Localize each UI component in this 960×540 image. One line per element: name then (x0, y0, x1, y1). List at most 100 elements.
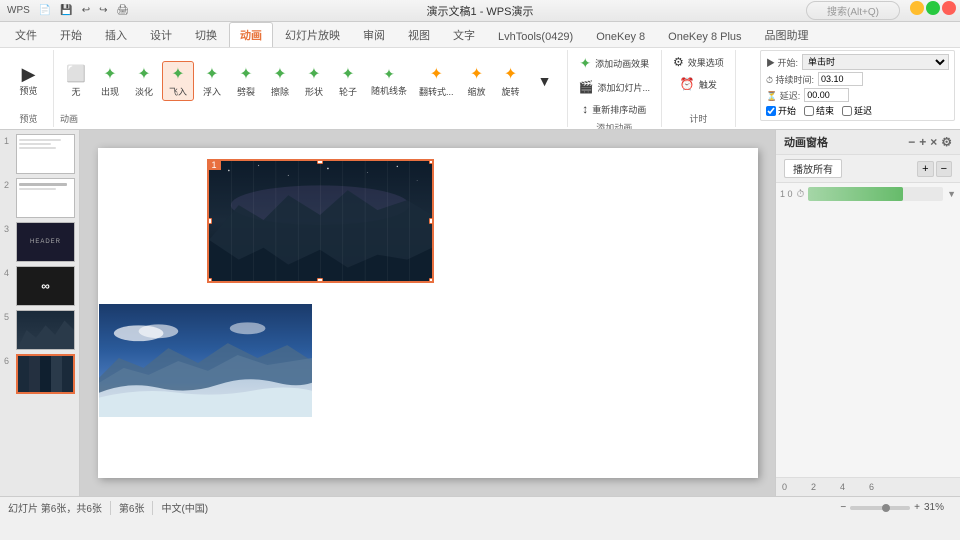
tab-file[interactable]: 文件 (4, 22, 48, 47)
anim-row-num: 1 0 (780, 189, 793, 199)
reorder-anim-button[interactable]: ↕ 重新排序动画 (574, 99, 655, 119)
mountain-image[interactable]: 1 (208, 160, 433, 282)
anim-add-btn-minus[interactable]: − (936, 161, 952, 177)
main-area: 1 2 3 HEADER (0, 130, 960, 496)
anim-dropdown[interactable]: ▼ (947, 189, 956, 199)
slide-thumb-5[interactable]: 5 (4, 310, 75, 350)
anim-panel-close[interactable]: × (930, 135, 937, 149)
slide-preview-3[interactable]: HEADER (16, 222, 75, 262)
search-box[interactable]: 搜索(Alt+Q) (806, 1, 900, 20)
slide-info: 幻灯片 第6张，共6张 (8, 500, 102, 515)
trigger-button[interactable]: ⏰ 触发 (668, 74, 729, 94)
title-icon-1[interactable]: WPS (4, 4, 33, 17)
anim-timeline[interactable]: 1 0 ⏱ ▼ (776, 183, 960, 477)
image-badge: 1 (208, 160, 221, 170)
tab-view[interactable]: 视图 (397, 22, 441, 47)
slide-preview-4[interactable]: ∞ (16, 266, 75, 306)
anim-shape[interactable]: ✦ 形状 (298, 61, 330, 101)
tab-onekey8[interactable]: OneKey 8 (585, 26, 656, 47)
tab-review[interactable]: 审阅 (352, 22, 396, 47)
tab-design[interactable]: 设计 (139, 22, 183, 47)
anim-panel-settings[interactable]: ⚙ (941, 135, 952, 149)
preview-button[interactable]: ▶ 预览 (13, 53, 45, 109)
maximize-button[interactable] (926, 1, 940, 15)
slide-num-5: 5 (4, 312, 14, 322)
tab-pintuzuli[interactable]: 品图助理 (754, 22, 820, 47)
canvas-area[interactable]: 1 (80, 130, 775, 496)
anim-row-icon: ⏱ (797, 189, 805, 200)
tab-animation[interactable]: 动画 (229, 22, 273, 47)
anim-panel-minus[interactable]: − (908, 135, 915, 149)
anim-wipe[interactable]: ✦ 擦除 (264, 61, 296, 101)
anim-bar-container[interactable] (808, 187, 943, 201)
duration-input[interactable] (818, 72, 863, 86)
start-select[interactable]: 单击时 与上一动画同时 上一动画之后 (802, 54, 949, 70)
checkbox-start[interactable]: 开始 (766, 104, 796, 117)
slide-panel[interactable]: 1 2 3 HEADER (0, 130, 80, 496)
anim-panel-plus[interactable]: + (919, 135, 926, 149)
title-icon-2[interactable]: 📄 (36, 4, 54, 17)
ribbon-group-animation: ⬜ 无 ✦ 出现 ✦ 淡化 ✦ 飞入 ✦ 浮入 ✦ 劈裂 (54, 50, 568, 127)
slide-preview-1[interactable] (16, 134, 75, 174)
slide-canvas: 1 (98, 148, 758, 478)
checkbox-delay[interactable]: 延迟 (842, 104, 872, 117)
anim-float[interactable]: ✦ 浮入 (196, 61, 228, 101)
anim-add-btn-plus[interactable]: + (917, 161, 933, 177)
zoom-in-btn[interactable]: + (914, 502, 920, 513)
zoom-slider[interactable] (850, 506, 910, 510)
play-all-button[interactable]: 播放所有 (784, 159, 842, 178)
group-label-animation: 动画 (60, 110, 78, 125)
tab-bar: 文件 开始 插入 设计 切换 动画 幻灯片放映 审阅 视图 文字 LvhTool… (0, 22, 960, 48)
slide-preview-5[interactable] (16, 310, 75, 350)
title-icon-3[interactable]: 💾 (57, 4, 75, 17)
anim-split[interactable]: ✦ 劈裂 (230, 61, 262, 101)
minimize-button[interactable] (910, 1, 924, 15)
title-icon-4[interactable]: ↩ (79, 4, 93, 17)
footer-time-6: 6 (869, 482, 874, 492)
footer-time-0: 0 (782, 482, 787, 492)
tab-start[interactable]: 开始 (49, 22, 93, 47)
anim-row-1: 1 0 ⏱ ▼ (780, 187, 956, 201)
slide-preview-2[interactable] (16, 178, 75, 218)
zoom-out-btn[interactable]: − (840, 502, 846, 513)
close-button[interactable] (942, 1, 956, 15)
anim-random[interactable]: ✦ 随机线条 (366, 63, 412, 100)
anim-fade[interactable]: ✦ 淡化 (128, 61, 160, 101)
anim-none[interactable]: ⬜ 无 (60, 61, 92, 101)
delay-input[interactable] (804, 88, 849, 102)
add-anim-button[interactable]: ✦ 添加动画效果 (574, 52, 655, 75)
desert-image[interactable] (98, 303, 313, 418)
duration-label: ⏱ 持续时间: (766, 73, 814, 86)
tab-slideshow[interactable]: 幻灯片放映 (274, 22, 351, 47)
anim-fly[interactable]: ✦ 飞入 (162, 61, 194, 101)
title-icon-6[interactable]: 🖨 (113, 4, 132, 17)
slide-num-6: 6 (4, 356, 14, 366)
tab-text[interactable]: 文字 (442, 22, 486, 47)
tab-onekey8plus[interactable]: OneKey 8 Plus (657, 26, 752, 47)
slide-thumb-4[interactable]: 4 ∞ (4, 266, 75, 306)
zoom-control[interactable]: − + 31% (840, 502, 952, 513)
delay-label: ⏳ 延迟: (766, 89, 800, 102)
slide-thumb-6[interactable]: 6 (4, 354, 75, 394)
anim-rotate[interactable]: ✦ 旋转 (495, 61, 527, 101)
tab-insert[interactable]: 插入 (94, 22, 138, 47)
slide-preview-6[interactable] (16, 354, 75, 394)
add-slide-anim-button[interactable]: 🎬 添加幻灯片... (574, 77, 655, 97)
anim-flip[interactable]: ✦ 翻转式... (414, 61, 459, 101)
slide-thumb-2[interactable]: 2 (4, 178, 75, 218)
tab-lvhtools[interactable]: LvhTools(0429) (487, 26, 584, 47)
checkbox-end[interactable]: 结束 (804, 104, 834, 117)
anim-panel-title: 动画窗格 (784, 134, 828, 150)
anim-wheel[interactable]: ✦ 轮子 (332, 61, 364, 101)
anim-more[interactable]: ▼ (529, 70, 561, 92)
anim-zoom[interactable]: ✦ 缩放 (461, 61, 493, 101)
effect-options-button[interactable]: ⚙ 效果选项 (668, 52, 729, 72)
anim-appear[interactable]: ✦ 出现 (94, 61, 126, 101)
anim-panel-header: 动画窗格 − + × ⚙ (776, 130, 960, 155)
title-icon-5[interactable]: ↪ (96, 4, 110, 17)
tab-transition[interactable]: 切换 (184, 22, 228, 47)
mountain-svg (209, 161, 432, 281)
slide-thumb-3[interactable]: 3 HEADER (4, 222, 75, 262)
slide-thumb-1[interactable]: 1 (4, 134, 75, 174)
anim-panel: 动画窗格 − + × ⚙ 播放所有 + − 1 0 ⏱ ▼ (775, 130, 960, 496)
